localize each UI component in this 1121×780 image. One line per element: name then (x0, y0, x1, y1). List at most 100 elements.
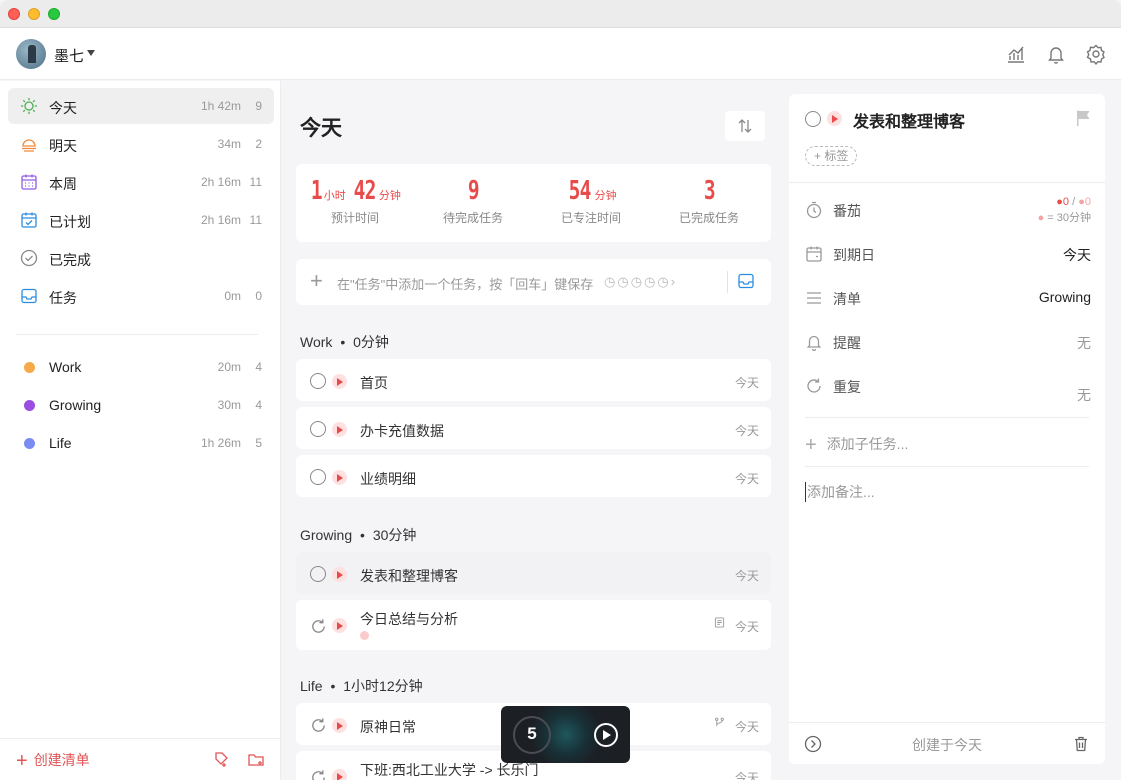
task-row[interactable]: 首页 今天 (296, 359, 771, 401)
task-checkbox[interactable] (310, 421, 326, 437)
sidebar-item-work[interactable]: Work 20m 4 (8, 349, 274, 385)
play-icon[interactable] (332, 618, 347, 633)
repeat-icon (805, 377, 823, 395)
play-icon[interactable] (332, 374, 347, 389)
task-row-selected[interactable]: 发表和整理博客 今天 (296, 552, 771, 594)
close-window-button[interactable] (8, 8, 20, 20)
bell-icon[interactable] (1045, 43, 1067, 65)
sidebar-item-time: 1h 42m (200, 99, 241, 113)
note-input[interactable]: 添加备注... (805, 482, 875, 502)
task-row[interactable]: 办卡充值数据 今天 (296, 407, 771, 449)
detail-row-reminder[interactable]: 提醒 无 (805, 330, 1091, 354)
play-icon[interactable] (827, 111, 842, 126)
username[interactable]: 墨七 (54, 45, 84, 66)
sidebar-item-label: 明天 (49, 138, 77, 154)
stats-icon[interactable] (1005, 43, 1027, 65)
plus-icon: + (805, 434, 817, 456)
sidebar-item-time: 20m (217, 360, 241, 374)
play-icon[interactable] (332, 769, 347, 780)
group-duration: 30分钟 (372, 527, 417, 543)
stats-card: 1 小时 42 分钟 预计时间 9 待完成任务 54 分钟 已专注时间 3 已完成任务 (296, 164, 771, 242)
pomodoro-slash: / (1072, 196, 1076, 208)
sidebar-item-life[interactable]: Life 1h 26m 5 (8, 425, 274, 461)
detail-value: 无 (1077, 335, 1091, 351)
pomodoro-count: ●0 / ●0 ● = 30分钟 (1038, 194, 1091, 226)
group-title: Work (300, 334, 333, 350)
chevron-right-icon[interactable]: › (671, 274, 677, 289)
flag-icon[interactable] (1074, 109, 1092, 127)
stat-value: 1 (310, 176, 323, 206)
window-titlebar (0, 0, 1121, 28)
sort-button[interactable] (725, 111, 765, 141)
detail-row-repeat[interactable]: 重复 无 (805, 374, 1091, 403)
minimize-window-button[interactable] (28, 8, 40, 20)
play-icon[interactable] (332, 422, 347, 437)
create-list-button[interactable]: + 创建清单 (16, 750, 90, 771)
add-task-input[interactable]: 在"任务"中添加一个任务，按「回车」键保存 (337, 274, 607, 293)
task-checkbox[interactable] (310, 469, 326, 485)
detail-footer: 创建于今天 (789, 722, 1105, 764)
sidebar-item-this-week[interactable]: 本周 2h 16m 11 (8, 164, 274, 200)
add-tag-icon[interactable] (212, 750, 230, 768)
play-icon[interactable] (332, 470, 347, 485)
add-task-bar[interactable]: + 在"任务"中添加一个任务，按「回车」键保存 ◷◷◷◷◷› (296, 259, 771, 305)
sidebar-item-planned[interactable]: 已计划 2h 16m 11 (8, 202, 274, 238)
detail-row-list[interactable]: 清单 Growing (805, 286, 1091, 310)
trash-icon[interactable] (1072, 735, 1090, 753)
zoom-window-button[interactable] (48, 8, 60, 20)
create-list-label: 创建清单 (33, 752, 90, 768)
avatar[interactable] (16, 39, 46, 69)
repeat-checkbox[interactable] (310, 717, 326, 733)
inbox-icon[interactable] (737, 272, 755, 290)
pomodoro-estimate-picker[interactable]: ◷◷◷◷◷› (604, 274, 677, 290)
gear-icon[interactable] (1085, 43, 1107, 65)
timer-icon (805, 201, 823, 219)
stopwatch-icon[interactable]: ◷ (617, 274, 630, 289)
sidebar-item-tomorrow[interactable]: 明天 34m 2 (8, 126, 274, 162)
timer-play-button[interactable] (594, 723, 618, 747)
stopwatch-icon[interactable]: ◷ (644, 274, 657, 289)
task-row[interactable]: 业绩明细 今天 (296, 455, 771, 497)
add-tag-button[interactable]: + 标签 (805, 146, 858, 166)
stopwatch-icon[interactable]: ◷ (604, 274, 617, 289)
stopwatch-icon[interactable]: ◷ (631, 274, 644, 289)
sidebar-item-tasks[interactable]: 任务 0m 0 (8, 278, 274, 314)
divider (727, 271, 728, 293)
page-title: 今天 (300, 117, 342, 140)
sidebar-item-growing[interactable]: Growing 30m 4 (8, 387, 274, 423)
task-checkbox[interactable] (310, 566, 326, 582)
sidebar-item-label: 已完成 (49, 252, 91, 268)
calendar-week-icon (20, 173, 38, 191)
add-subtask-label: 添加子任务... (826, 436, 909, 452)
detail-value: Growing (1038, 289, 1091, 305)
sidebar-item-completed[interactable]: 已完成 (8, 240, 274, 276)
detail-row-due-date[interactable]: 到期日 今天 (805, 242, 1091, 266)
play-icon[interactable] (332, 718, 347, 733)
chevron-down-icon[interactable] (87, 50, 95, 56)
stopwatch-icon[interactable]: ◷ (657, 274, 670, 289)
sidebar-item-label: 今天 (49, 100, 77, 116)
sidebar-item-label: 本周 (49, 176, 77, 192)
task-date: 今天 (734, 771, 759, 780)
plus-icon: + (310, 268, 323, 293)
play-icon[interactable] (332, 567, 347, 582)
pomodoro-mini-timer[interactable]: 5 (501, 706, 630, 763)
group-duration: 0分钟 (353, 334, 389, 350)
task-row[interactable]: 今日总结与分析 今天 (296, 600, 771, 650)
sidebar-item-count: 5 (255, 436, 262, 450)
sidebar-item-today[interactable]: 今天 1h 42m 9 (8, 88, 274, 124)
task-checkbox[interactable] (310, 373, 326, 389)
add-folder-icon[interactable] (247, 750, 265, 768)
add-subtask-button[interactable]: + 添加子任务... (805, 432, 909, 456)
task-date: 今天 (734, 720, 759, 734)
stat-value: 3 (703, 176, 716, 206)
repeat-icon (312, 718, 325, 732)
task-checkbox[interactable] (805, 111, 821, 127)
repeat-icon (312, 619, 325, 633)
repeat-checkbox[interactable] (310, 618, 326, 634)
list-color-dot (24, 400, 35, 411)
detail-title[interactable]: 发表和整理博客 (853, 108, 965, 132)
repeat-checkbox[interactable] (310, 769, 326, 780)
inbox-icon (20, 287, 38, 305)
stat-unit: 分钟 (594, 190, 617, 202)
